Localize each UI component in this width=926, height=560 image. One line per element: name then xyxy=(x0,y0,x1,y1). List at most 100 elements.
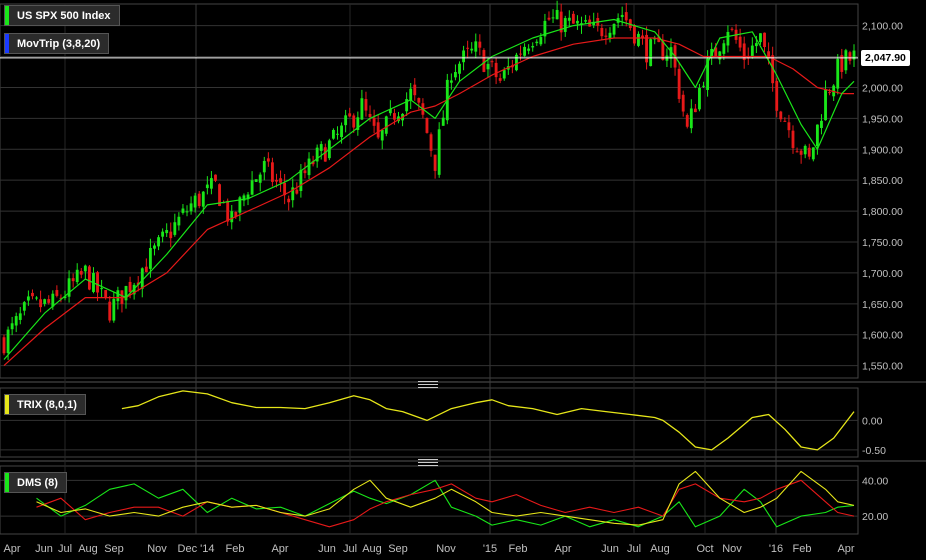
candle-body xyxy=(795,151,799,153)
legend-price-swatch xyxy=(5,6,9,25)
candle-body xyxy=(824,89,827,121)
candle-body xyxy=(820,120,823,128)
candle-body xyxy=(100,288,104,290)
candle-body xyxy=(270,162,274,182)
candle-body xyxy=(177,216,181,226)
candle-body xyxy=(466,47,470,49)
candle-body xyxy=(637,33,640,46)
legend-movtrip[interactable]: MovTrip (3,8,20) xyxy=(4,33,110,54)
candle-body xyxy=(79,271,83,275)
candle-body xyxy=(783,120,787,122)
candle-body xyxy=(584,20,588,22)
candle-body xyxy=(173,222,177,235)
y-tick-label: 1,950.00 xyxy=(862,113,903,125)
candle-body xyxy=(722,43,726,54)
candle-body xyxy=(161,231,165,237)
candle-body xyxy=(519,53,522,55)
candle-body xyxy=(576,20,579,24)
candle-body xyxy=(372,117,376,126)
candle-body xyxy=(787,122,791,131)
candle-body xyxy=(486,63,490,70)
x-tick-label: Apr xyxy=(3,543,20,555)
legend-trix-label: TRIX (8,0,1) xyxy=(17,398,77,411)
candle-body xyxy=(344,115,348,126)
x-tick-label: Nov xyxy=(436,543,456,555)
x-tick-label: Jul xyxy=(627,543,641,555)
candle-body xyxy=(433,154,437,171)
candle-body xyxy=(287,198,291,203)
candle-body xyxy=(600,28,604,37)
candle-body xyxy=(803,145,807,155)
candle-body xyxy=(571,13,575,24)
candle-body xyxy=(689,108,693,129)
x-tick-label: Aug xyxy=(362,543,382,555)
candle-body xyxy=(128,281,132,292)
candle-body xyxy=(539,37,543,45)
candle-body xyxy=(348,113,352,117)
candle-body xyxy=(551,17,555,19)
x-tick-label: Jun xyxy=(35,543,53,555)
x-tick-label: Oct xyxy=(696,543,713,555)
candle-body xyxy=(319,144,323,151)
candle-body xyxy=(144,266,148,272)
candle-body xyxy=(502,70,506,79)
candle-body xyxy=(26,296,30,301)
pane-resize-handle-dms[interactable] xyxy=(418,459,438,466)
x-tick-label: Dec '14 xyxy=(178,543,215,555)
candle-body xyxy=(165,230,169,234)
candle-body xyxy=(307,158,311,176)
y-tick-label: 1,550.00 xyxy=(862,361,903,373)
candle-body xyxy=(230,211,234,223)
candle-body xyxy=(429,134,433,151)
candle-body xyxy=(661,41,665,60)
y-tick-label: 1,750.00 xyxy=(862,237,903,249)
candle-body xyxy=(454,72,457,78)
legend-price[interactable]: US SPX 500 Index xyxy=(4,5,120,26)
candle-body xyxy=(96,272,99,293)
candle-body xyxy=(275,179,278,182)
candle-body xyxy=(189,203,193,212)
candle-body xyxy=(360,98,364,120)
candle-body xyxy=(608,32,612,39)
candle-body xyxy=(775,80,779,111)
x-tick-label: Jul xyxy=(58,543,72,555)
candle-body xyxy=(104,290,108,298)
x-tick-label: Sep xyxy=(388,543,408,555)
legend-trix-swatch xyxy=(5,395,9,414)
legend-trix[interactable]: TRIX (8,0,1) xyxy=(4,394,86,415)
candle-body xyxy=(409,88,413,101)
candle-body xyxy=(437,129,441,175)
x-tick-label: Sep xyxy=(104,543,124,555)
candle-body xyxy=(482,50,486,72)
candle-body xyxy=(632,25,636,44)
candle-body xyxy=(39,299,43,308)
candle-body xyxy=(681,94,685,112)
pane-resize-handle-trix[interactable] xyxy=(418,381,438,388)
candle-body xyxy=(702,85,705,87)
candle-body xyxy=(352,115,356,128)
legend-dms[interactable]: DMS (8) xyxy=(4,472,67,493)
candle-body xyxy=(75,269,79,283)
candle-body xyxy=(685,114,689,127)
candle-body xyxy=(262,160,266,173)
candle-body xyxy=(449,80,453,83)
candle-body xyxy=(807,147,811,157)
candle-body xyxy=(515,54,518,71)
candle-body xyxy=(153,245,156,249)
x-tick-label: Nov xyxy=(147,543,167,555)
y-tick-label: 1,650.00 xyxy=(862,299,903,311)
candle-body xyxy=(828,92,832,94)
candle-body xyxy=(332,129,335,139)
candle-body xyxy=(83,265,87,272)
candle-body xyxy=(527,48,531,51)
x-tick-label: Jun xyxy=(318,543,336,555)
candle-body xyxy=(567,17,571,21)
candle-body xyxy=(43,299,47,304)
candle-body xyxy=(490,61,494,63)
candle-body xyxy=(535,41,539,44)
legend-movtrip-swatch xyxy=(5,34,9,53)
candle-body xyxy=(799,150,803,155)
candle-body xyxy=(71,278,75,282)
dms-line-0 xyxy=(36,479,855,528)
candle-body xyxy=(458,63,461,74)
